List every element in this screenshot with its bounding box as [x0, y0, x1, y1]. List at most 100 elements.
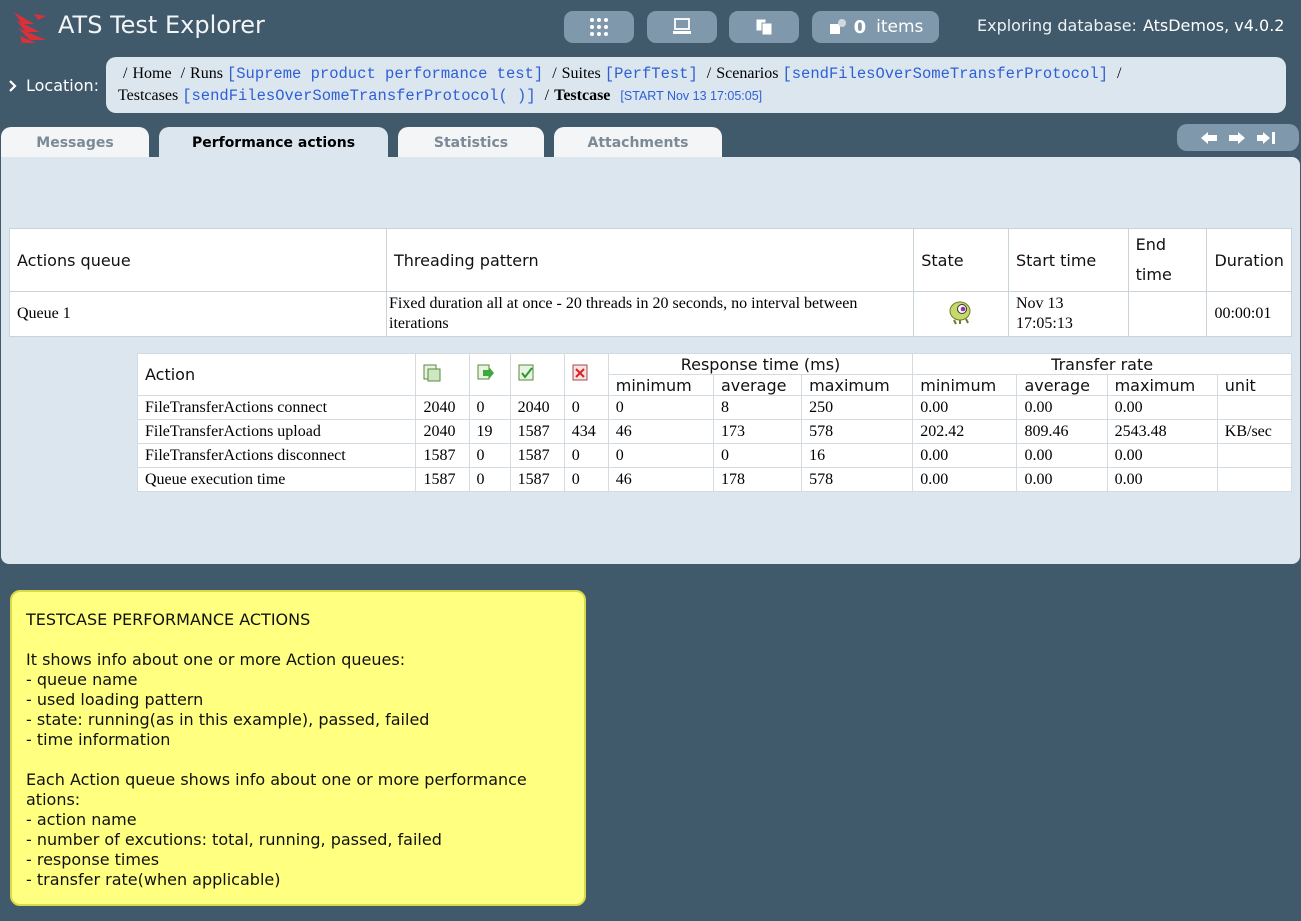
items-label: items: [876, 17, 924, 37]
action-cell-tmax: 0.00: [1106, 395, 1218, 420]
action-cell-passed: 1587: [509, 443, 565, 468]
col-response-min: minimum: [607, 374, 714, 396]
action-cell-tavg: 0.00: [1016, 395, 1108, 420]
action-cell-tmax: 2543.48: [1106, 419, 1218, 444]
total-executions-icon: [423, 364, 441, 381]
action-cell-tmax: 0.00: [1106, 467, 1218, 492]
apps-grid-button[interactable]: [564, 11, 634, 43]
queue-end-time: [1127, 291, 1208, 337]
col-running: [468, 353, 511, 396]
passed-executions-icon: [518, 364, 534, 380]
action-cell-name: FileTransferActions disconnect: [136, 443, 417, 468]
arrow-right-icon[interactable]: [1228, 131, 1246, 145]
action-cell-rmin: 46: [607, 419, 714, 444]
queue-pattern: Fixed duration all at once - 20 threads …: [386, 291, 915, 337]
tab-statistics[interactable]: Statistics: [398, 127, 544, 158]
ats-logo-icon: [14, 12, 46, 43]
col-total: [415, 353, 470, 396]
action-cell-tmin: 0.00: [912, 395, 1018, 420]
col-actions-queue: Actions queue: [8, 228, 388, 292]
action-cell-total: 2040: [415, 419, 470, 444]
action-cell-rmin: 46: [607, 467, 714, 492]
action-cell-ravg: 178: [712, 467, 803, 492]
running-state-icon: [949, 301, 971, 324]
action-cell-unit: [1216, 395, 1293, 420]
action-cell-rmax: 578: [801, 467, 914, 492]
action-cell-ravg: 8: [712, 395, 803, 420]
action-cell-failed: 434: [563, 419, 609, 444]
action-row: FileTransferActions connect 2040 0 2040 0 0 8 2…: [136, 395, 1293, 420]
queue-start-clock: 17:05:13: [1015, 315, 1073, 332]
crumb-testcases[interactable]: Testcases: [118, 87, 178, 104]
action-cell-total: 1587: [415, 467, 470, 492]
location-label: Location:: [26, 76, 100, 95]
queue-state: [913, 291, 1009, 337]
col-failed: [563, 353, 609, 396]
tab-attachments[interactable]: Attachments: [554, 127, 722, 158]
location-toggle[interactable]: Location:: [8, 76, 99, 95]
col-start-time: Start time: [1007, 228, 1129, 292]
action-cell-ravg: 0: [712, 443, 803, 468]
failed-executions-icon: [572, 364, 588, 380]
col-transfer-max: maximum: [1106, 374, 1218, 396]
action-cell-rmin: 0: [607, 443, 714, 468]
action-cell-ravg: 173: [712, 419, 803, 444]
items-button[interactable]: 0 items: [812, 11, 939, 43]
action-cell-tavg: 0.00: [1016, 467, 1108, 492]
crumb-runs[interactable]: Runs: [190, 65, 223, 82]
running-executions-icon: [477, 364, 494, 379]
action-cell-failed: 0: [563, 467, 609, 492]
col-end-time: End time: [1127, 228, 1208, 292]
copy-icon: [755, 18, 773, 36]
breadcrumb: / Home / Runs [Supreme product performance…: [106, 57, 1286, 113]
queue-start-time: Nov 13 17:05:13: [1007, 291, 1129, 337]
items-icon: [829, 19, 846, 34]
queue-duration: 00:00:01: [1206, 291, 1292, 337]
crumb-testcase: Testcase: [554, 87, 611, 104]
action-cell-rmax: 578: [801, 419, 914, 444]
action-cell-running: 19: [468, 419, 511, 444]
items-count: 0: [853, 16, 867, 38]
col-state: State: [913, 228, 1009, 292]
action-cell-rmax: 250: [801, 395, 914, 420]
action-cell-name: FileTransferActions upload: [136, 419, 417, 444]
action-cell-passed: 1587: [509, 467, 565, 492]
col-response-max: maximum: [801, 374, 914, 396]
copy-button[interactable]: [729, 11, 799, 43]
col-duration: Duration: [1206, 228, 1292, 292]
crumb-suite-name[interactable]: [PerfTest]: [605, 65, 698, 83]
tab-messages[interactable]: Messages: [1, 127, 149, 158]
crumb-scenarios[interactable]: Scenarios: [716, 65, 778, 82]
help-note: TESTCASE PERFORMANCE ACTIONS It shows in…: [10, 590, 586, 906]
crumb-suites[interactable]: Suites: [562, 65, 601, 82]
queue-start-date: Nov 13: [1015, 295, 1064, 312]
arrow-left-icon[interactable]: [1200, 131, 1218, 145]
col-response-avg: average: [712, 374, 803, 396]
action-cell-unit: [1216, 467, 1293, 492]
action-row: FileTransferActions disconnect 1587 0 1587 0…: [136, 443, 1293, 468]
database-label: Exploring database:: [977, 16, 1137, 35]
arrow-last-icon[interactable]: [1256, 131, 1276, 145]
tab-performance-actions[interactable]: Performance actions: [159, 127, 388, 158]
action-cell-failed: 0: [563, 395, 609, 420]
database-name: AtsDemos, v4.0.2: [1142, 16, 1285, 35]
crumb-scenario-name[interactable]: [sendFilesOverSomeTransferProtocol]: [782, 65, 1108, 83]
action-cell-name: FileTransferActions connect: [136, 395, 417, 420]
crumb-home[interactable]: Home: [132, 65, 171, 82]
action-cell-rmax: 16: [801, 443, 914, 468]
crumb-testcase-name[interactable]: [sendFilesOverSomeTransferProtocol( )]: [182, 87, 535, 105]
action-cell-total: 1587: [415, 443, 470, 468]
col-passed: [509, 353, 565, 396]
action-cell-passed: 2040: [509, 395, 565, 420]
crumb-run-name[interactable]: [Supreme product performance test]: [227, 65, 543, 83]
queue-name: Queue 1: [8, 291, 388, 337]
col-threading-pattern: Threading pattern: [386, 228, 915, 292]
action-cell-running: 0: [468, 443, 511, 468]
testcase-start-time: [START Nov 13 17:05:05]: [620, 89, 763, 103]
col-action: Action: [136, 353, 417, 396]
action-cell-tavg: 809.46: [1016, 419, 1108, 444]
app-title: ATS Test Explorer: [58, 11, 265, 39]
action-cell-total: 2040: [415, 395, 470, 420]
col-transfer-avg: average: [1016, 374, 1108, 396]
machines-button[interactable]: [647, 11, 717, 43]
